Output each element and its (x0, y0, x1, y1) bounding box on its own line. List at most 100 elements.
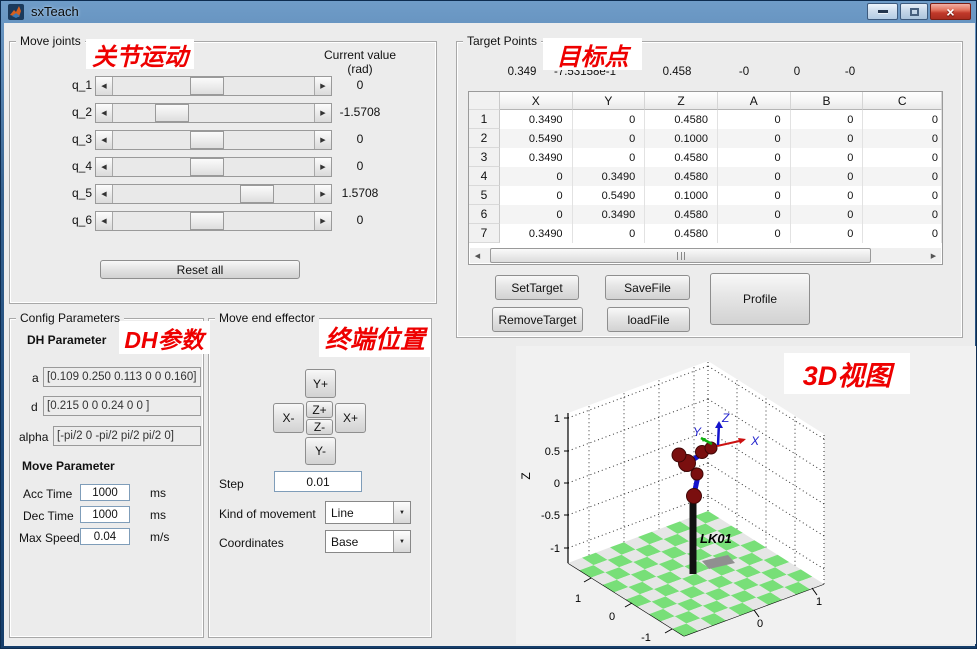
table-cell[interactable]: 0.5490 (500, 129, 573, 148)
jog-x-minus-button[interactable]: X- (273, 403, 304, 433)
slider-left-arrow-icon[interactable]: ◀ (96, 104, 113, 122)
scroll-left-icon[interactable]: ◀ (470, 248, 485, 263)
table-cell[interactable]: 0.4580 (645, 148, 718, 167)
slider-right-arrow-icon[interactable]: ▶ (314, 212, 331, 230)
slider-right-arrow-icon[interactable]: ▶ (314, 185, 331, 203)
table-cell[interactable]: 0 (863, 186, 942, 205)
table-cell[interactable]: 0 (863, 224, 942, 243)
table-cell[interactable]: 0 (573, 224, 646, 243)
scrollbar-track[interactable] (485, 248, 926, 263)
table-cell[interactable]: 0 (791, 110, 864, 129)
joint-slider-q_3[interactable]: ◀▶ (95, 130, 332, 150)
load-file-button[interactable]: loadFile (607, 307, 690, 332)
table-cell[interactable]: 0 (791, 129, 864, 148)
table-cell[interactable]: 0 (500, 167, 573, 186)
table-cell[interactable]: 0 (791, 148, 864, 167)
slider-right-arrow-icon[interactable]: ▶ (314, 77, 331, 95)
close-button[interactable]: × (930, 3, 971, 20)
table-cell[interactable]: 0 (573, 148, 646, 167)
table-cell[interactable]: 0.4580 (645, 110, 718, 129)
table-cell[interactable]: 0 (863, 148, 942, 167)
table-cell[interactable]: 0.3490 (500, 224, 573, 243)
slider-left-arrow-icon[interactable]: ◀ (96, 131, 113, 149)
joint-slider-q_4[interactable]: ◀▶ (95, 157, 332, 177)
param-input-2[interactable]: 0.04 (80, 528, 130, 545)
scrollbar-thumb[interactable] (490, 248, 871, 263)
joint-slider-q_2[interactable]: ◀▶ (95, 103, 332, 123)
param-input-1[interactable]: 1000 (80, 506, 130, 523)
joint-slider-q_6[interactable]: ◀▶ (95, 211, 332, 231)
slider-thumb[interactable] (190, 158, 224, 176)
table-cell[interactable]: 0 (500, 205, 573, 224)
param-input-0[interactable]: 1000 (80, 484, 130, 501)
jog-z-minus-button[interactable]: Z- (306, 419, 333, 435)
table-cell[interactable]: 0 (573, 110, 646, 129)
table-cell[interactable]: 0 (863, 110, 942, 129)
chevron-down-icon[interactable]: ▼ (393, 531, 410, 552)
table-horizontal-scrollbar[interactable]: ◀ ▶ (470, 248, 941, 263)
table-cell[interactable]: 0.3490 (573, 167, 646, 186)
minimize-button[interactable] (867, 3, 898, 20)
table-cell[interactable]: 0 (718, 186, 791, 205)
table-cell[interactable]: 0 (718, 148, 791, 167)
table-cell[interactable]: 0 (863, 129, 942, 148)
slider-thumb[interactable] (240, 185, 274, 203)
slider-thumb[interactable] (190, 77, 224, 95)
slider-right-arrow-icon[interactable]: ▶ (314, 104, 331, 122)
slider-thumb[interactable] (190, 131, 224, 149)
table-cell[interactable]: 0 (718, 129, 791, 148)
step-input[interactable]: 0.01 (274, 471, 362, 492)
table-cell[interactable]: 0.4580 (645, 167, 718, 186)
joint-slider-q_1[interactable]: ◀▶ (95, 76, 332, 96)
table-cell[interactable]: 0.4580 (645, 224, 718, 243)
maximize-button[interactable] (900, 3, 928, 20)
slider-track[interactable] (113, 104, 314, 122)
jog-z-plus-button[interactable]: Z+ (306, 401, 333, 418)
table-cell[interactable]: 0.3490 (500, 148, 573, 167)
table-cell[interactable]: 0 (718, 205, 791, 224)
table-cell[interactable]: 0.3490 (500, 110, 573, 129)
table-cell[interactable]: 0 (718, 224, 791, 243)
profile-button[interactable]: Profile (710, 273, 810, 325)
table-cell[interactable]: 0 (863, 167, 942, 186)
slider-track[interactable] (113, 212, 314, 230)
scroll-right-icon[interactable]: ▶ (926, 248, 941, 263)
slider-track[interactable] (113, 158, 314, 176)
slider-left-arrow-icon[interactable]: ◀ (96, 185, 113, 203)
slider-thumb[interactable] (190, 212, 224, 230)
slider-track[interactable] (113, 131, 314, 149)
kind-of-movement-select[interactable]: Line ▼ (325, 501, 411, 524)
table-cell[interactable]: 0 (718, 110, 791, 129)
slider-thumb[interactable] (155, 104, 189, 122)
table-cell[interactable]: 0 (863, 205, 942, 224)
app-icon[interactable] (8, 4, 24, 20)
table-cell[interactable]: 0.5490 (573, 186, 646, 205)
table-cell[interactable]: 0.3490 (573, 205, 646, 224)
jog-y-minus-button[interactable]: Y- (305, 437, 336, 465)
jog-y-plus-button[interactable]: Y+ (305, 369, 336, 398)
slider-track[interactable] (113, 77, 314, 95)
table-cell[interactable]: 0 (573, 129, 646, 148)
slider-left-arrow-icon[interactable]: ◀ (96, 158, 113, 176)
table-cell[interactable]: 0 (791, 167, 864, 186)
slider-track[interactable] (113, 185, 314, 203)
slider-right-arrow-icon[interactable]: ▶ (314, 131, 331, 149)
coordinates-select[interactable]: Base ▼ (325, 530, 411, 553)
chevron-down-icon[interactable]: ▼ (393, 502, 410, 523)
table-cell[interactable]: 0 (500, 186, 573, 205)
table-cell[interactable]: 0.4580 (645, 205, 718, 224)
slider-right-arrow-icon[interactable]: ▶ (314, 158, 331, 176)
table-cell[interactable]: 0 (718, 167, 791, 186)
slider-left-arrow-icon[interactable]: ◀ (96, 212, 113, 230)
table-cell[interactable]: 0 (791, 224, 864, 243)
table-cell[interactable]: 0.1000 (645, 186, 718, 205)
table-cell[interactable]: 0 (791, 205, 864, 224)
set-target-button[interactable]: SetTarget (495, 275, 579, 300)
joint-slider-q_5[interactable]: ◀▶ (95, 184, 332, 204)
reset-all-button[interactable]: Reset all (100, 260, 300, 279)
remove-target-button[interactable]: RemoveTarget (492, 307, 583, 332)
table-cell[interactable]: 0.1000 (645, 129, 718, 148)
slider-left-arrow-icon[interactable]: ◀ (96, 77, 113, 95)
jog-x-plus-button[interactable]: X+ (335, 403, 366, 433)
save-file-button[interactable]: SaveFile (605, 275, 690, 300)
